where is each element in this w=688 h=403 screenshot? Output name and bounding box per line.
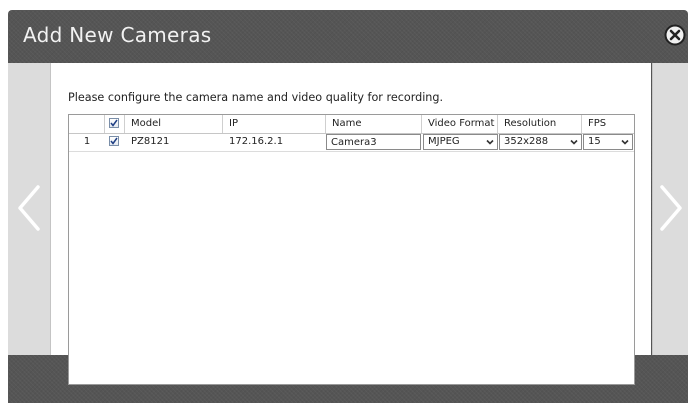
previous-page-button[interactable] [8, 63, 51, 355]
header-ip: IP [223, 115, 326, 133]
table-header-row: Model IP Name Video Format Resolution FP… [69, 115, 634, 134]
dialog-title: Add New Cameras [23, 23, 212, 47]
fps-value: 15 [588, 136, 601, 147]
video-format-select[interactable]: MJPEG [423, 134, 498, 150]
chevron-right-icon [660, 185, 682, 231]
header-index [69, 115, 105, 133]
add-cameras-dialog: Add New Cameras Please configure the cam… [8, 10, 688, 403]
next-page-button[interactable] [652, 63, 688, 355]
checkmark-icon [110, 119, 118, 127]
resolution-value: 352x288 [504, 136, 549, 147]
row-ip: 172.16.2.1 [229, 136, 284, 147]
chevron-down-icon [621, 139, 629, 145]
close-icon[interactable] [663, 23, 687, 47]
checkmark-icon [110, 137, 118, 145]
fps-select[interactable]: 15 [583, 134, 633, 150]
chevron-down-icon [570, 139, 578, 145]
table-row: 1 PZ8121 172.16.2.1 MJPEG [69, 133, 634, 152]
row-index: 1 [83, 136, 91, 147]
row-checkbox[interactable] [109, 136, 119, 146]
video-format-value: MJPEG [428, 136, 460, 147]
instruction-text: Please configure the camera name and vid… [68, 91, 444, 104]
header-model: Model [125, 115, 223, 133]
camera-table: Model IP Name Video Format Resolution FP… [68, 114, 635, 385]
select-all-checkbox[interactable] [109, 118, 119, 128]
header-video-format: Video Format [422, 115, 498, 133]
chevron-down-icon [486, 139, 494, 145]
row-select-cell [105, 133, 125, 151]
row-model: PZ8121 [131, 136, 170, 147]
header-name: Name [326, 115, 422, 133]
header-fps: FPS [588, 118, 607, 129]
dialog-footer [8, 356, 688, 403]
chevron-left-icon [18, 185, 40, 231]
resolution-select[interactable]: 352x288 [499, 134, 582, 150]
camera-name-input[interactable] [326, 134, 421, 150]
header-select-all [105, 115, 125, 133]
header-resolution: Resolution [498, 115, 582, 133]
dialog-content: Please configure the camera name and vid… [51, 63, 651, 385]
